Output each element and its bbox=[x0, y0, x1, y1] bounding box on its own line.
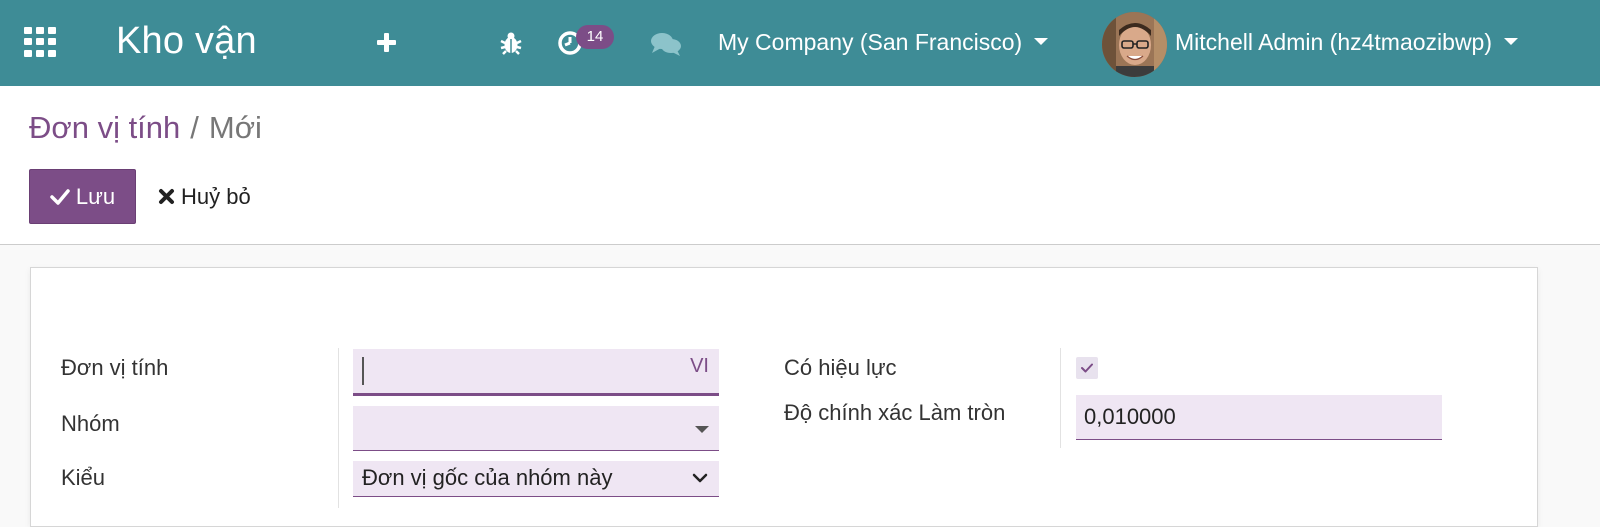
plus-icon[interactable] bbox=[376, 28, 400, 56]
chevron-down-icon bbox=[692, 473, 708, 483]
type-select[interactable]: Đơn vị gốc của nhóm này bbox=[353, 461, 719, 497]
control-panel: Đơn vị tính / Mới Lưu Huỷ bỏ bbox=[0, 86, 1600, 245]
rounding-value: 0,010000 bbox=[1084, 404, 1176, 429]
breadcrumb-parent-link[interactable]: Đơn vị tính bbox=[29, 110, 180, 145]
left-group-divider bbox=[338, 348, 339, 508]
avatar[interactable] bbox=[1102, 12, 1167, 77]
check-icon bbox=[1081, 363, 1093, 373]
active-checkbox[interactable] bbox=[1076, 357, 1098, 379]
chat-icon[interactable] bbox=[650, 31, 682, 57]
discard-button-label: Huỷ bỏ bbox=[181, 183, 251, 209]
text-cursor bbox=[362, 357, 364, 385]
company-switcher[interactable]: My Company (San Francisco) bbox=[718, 29, 1049, 56]
user-name: Mitchell Admin (hz4tmaozibwp) bbox=[1175, 29, 1493, 55]
top-navbar: Kho vận 14 My Company (San Francisco) Mi… bbox=[0, 0, 1600, 86]
type-value: Đơn vị gốc của nhóm này bbox=[362, 465, 613, 490]
bug-icon[interactable] bbox=[498, 30, 524, 56]
app-title[interactable]: Kho vận bbox=[116, 20, 257, 63]
form-sheet: Đơn vị tính Nhóm Kiểu VI Đơn vị gốc của … bbox=[30, 267, 1538, 527]
rounding-input[interactable]: 0,010000 bbox=[1076, 395, 1442, 440]
company-name: My Company (San Francisco) bbox=[718, 29, 1023, 55]
right-group-divider bbox=[1060, 348, 1061, 448]
rounding-label: Độ chính xác Làm tròn bbox=[784, 400, 1006, 425]
caret-down-icon bbox=[1504, 38, 1519, 46]
breadcrumb: Đơn vị tính / Mới bbox=[29, 110, 262, 146]
caret-down-icon bbox=[1034, 38, 1049, 46]
category-select[interactable] bbox=[353, 406, 719, 451]
check-icon bbox=[50, 188, 70, 205]
discard-button[interactable]: Huỷ bỏ bbox=[158, 169, 251, 224]
uom-name-input[interactable]: VI bbox=[353, 349, 719, 396]
category-label: Nhóm bbox=[61, 411, 120, 436]
language-translate-button[interactable]: VI bbox=[690, 355, 709, 378]
close-icon bbox=[159, 189, 174, 204]
active-label: Có hiệu lực bbox=[784, 355, 897, 380]
save-button-label: Lưu bbox=[75, 183, 116, 209]
breadcrumb-separator: / bbox=[190, 110, 199, 145]
uom-name-label: Đơn vị tính bbox=[61, 355, 169, 380]
user-menu[interactable]: Mitchell Admin (hz4tmaozibwp) bbox=[1175, 29, 1519, 56]
activity-count-badge: 14 bbox=[576, 25, 614, 49]
save-button[interactable]: Lưu bbox=[29, 169, 136, 224]
breadcrumb-current: Mới bbox=[208, 110, 262, 145]
apps-menu-icon[interactable] bbox=[24, 27, 60, 57]
type-label: Kiểu bbox=[61, 465, 106, 490]
caret-down-icon bbox=[695, 426, 709, 433]
